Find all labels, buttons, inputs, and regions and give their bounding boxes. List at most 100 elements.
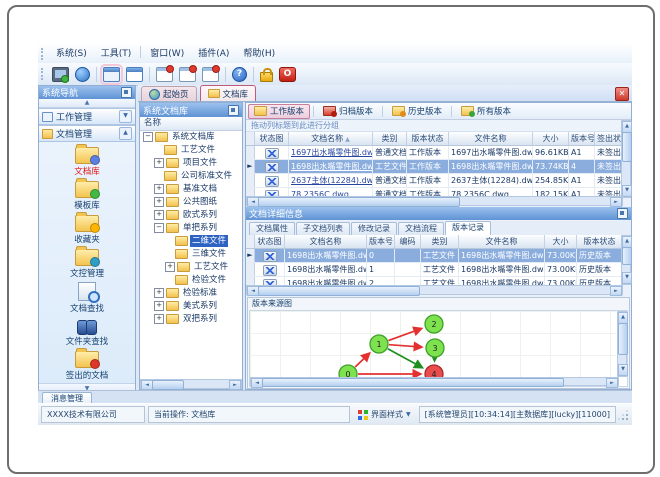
tree-expander-icon[interactable]: +: [154, 157, 164, 168]
column-header[interactable]: 大小: [545, 235, 577, 248]
tree-expander-icon[interactable]: +: [154, 209, 164, 220]
sidebar-pin-icon[interactable]: [121, 87, 132, 98]
scrollbar-thumb[interactable]: [258, 197, 460, 207]
scrollbar-thumb[interactable]: [618, 323, 628, 355]
column-header[interactable]: 状态图: [255, 132, 289, 145]
version-table-hscrollbar[interactable]: ◄ ►: [246, 285, 623, 296]
scroll-down-icon[interactable]: ▼: [618, 364, 628, 376]
detail-panel-pin-icon[interactable]: [617, 208, 628, 219]
detail-tab-子文档列表[interactable]: 子文档列表: [296, 222, 350, 235]
column-header[interactable]: 大小: [533, 132, 569, 145]
toolbar-grip-handle[interactable]: [41, 68, 46, 80]
sidebar-group-documents[interactable]: 文档管理 ▲: [39, 125, 135, 142]
documents-table-hscrollbar[interactable]: ◄ ►: [246, 196, 623, 207]
column-header[interactable]: 版本状态: [407, 132, 449, 145]
column-header[interactable]: 文档名称 ▲: [289, 132, 373, 145]
interface-style-dropdown[interactable]: 界面样式 ▼: [353, 407, 416, 422]
chevron-down-icon[interactable]: ▼: [119, 110, 132, 123]
tree-node[interactable]: + 公共图纸: [140, 195, 242, 208]
sidebar-item-文档查找[interactable]: 文档查找: [42, 281, 132, 315]
tree-panel-pin-icon[interactable]: [228, 104, 239, 116]
tree-node[interactable]: 公司标准文件: [140, 169, 242, 182]
tree-node[interactable]: + 工艺文件: [140, 260, 242, 273]
column-header[interactable]: 类别: [373, 132, 407, 145]
tree-expander-icon[interactable]: +: [154, 287, 164, 298]
tree-expander-icon[interactable]: −: [154, 222, 164, 233]
close-all-icon[interactable]: [179, 64, 197, 82]
scrollbar-thumb[interactable]: [152, 380, 184, 390]
table-row[interactable]: 1698出水嘴零件图.dwg2工艺文件1698出水嘴零件图.dwg73.00KB…: [246, 277, 623, 285]
exit-icon[interactable]: [279, 66, 296, 82]
help-icon[interactable]: [232, 66, 247, 82]
column-header[interactable]: 版本号: [569, 132, 595, 145]
sidebar-item-文件夹查找[interactable]: 文件夹查找: [42, 315, 132, 349]
close-tab-icon[interactable]: ✕: [615, 87, 629, 101]
menu-item[interactable]: 插件(A): [191, 46, 236, 63]
version-button-所有版本[interactable]: 所有版本: [455, 104, 517, 119]
version-button-工作版本[interactable]: 工作版本: [248, 103, 311, 119]
sidebar-item-签出的文档[interactable]: 签出的文档: [42, 348, 132, 383]
window-icon[interactable]: [100, 63, 123, 85]
version-table-vscrollbar[interactable]: ▲ ▼: [621, 235, 632, 285]
sidebar-item-模板库[interactable]: 模板库: [42, 178, 132, 213]
tree-expander-icon[interactable]: +: [154, 300, 164, 311]
tree-expander-icon[interactable]: +: [154, 313, 164, 324]
tree-node[interactable]: + 检验标准: [140, 286, 242, 299]
scroll-right-icon[interactable]: ►: [606, 378, 618, 388]
menu-item[interactable]: 帮助(H): [236, 46, 282, 63]
graph-hscrollbar[interactable]: ◄ ►: [250, 377, 619, 388]
column-header[interactable]: 文档名称: [285, 235, 367, 248]
sidebar-item-收藏夹[interactable]: 收藏夹: [42, 212, 132, 247]
detail-tab-文档属性[interactable]: 文档属性: [249, 222, 295, 235]
menu-item[interactable]: 系统(S): [49, 46, 94, 63]
tree-node[interactable]: + 欧式系列: [140, 208, 242, 221]
resize-grip[interactable]: [619, 407, 629, 422]
scroll-right-icon[interactable]: ►: [610, 197, 622, 207]
column-header[interactable]: 文件名称: [449, 132, 533, 145]
table-row[interactable]: 1697出水嘴零件图.dwg 普通文档 工作版本 1697出水嘴零件图.dwg 96.6…: [246, 146, 623, 160]
tab-文档库[interactable]: 文档库: [199, 85, 257, 101]
tree-node[interactable]: + 双把系列: [140, 312, 242, 325]
scroll-down-icon[interactable]: ▼: [622, 185, 632, 197]
graph-vscrollbar[interactable]: ▲ ▼: [617, 311, 628, 377]
tree-node[interactable]: 二维文件: [140, 234, 242, 247]
version-graph-canvas[interactable]: 01234 ▲ ▼ ◄ ►: [249, 310, 628, 388]
display-icon[interactable]: [52, 66, 69, 83]
tree-node[interactable]: 三维文件: [140, 247, 242, 260]
table-row[interactable]: 2637主体(12284).dwg 普通文档 工作版本 2637主体(12284).d…: [246, 174, 623, 188]
table-row[interactable]: 1698出水嘴零件图.dwg1工艺文件1698出水嘴零件图.dwg73.00KB…: [246, 263, 623, 277]
version-button-归档版本[interactable]: 归档版本: [317, 104, 379, 119]
column-header[interactable]: 版本状态: [577, 235, 623, 248]
sidebar-scroll-up[interactable]: ▲: [39, 99, 135, 108]
scrollbar-thumb[interactable]: [262, 378, 564, 387]
scrollbar-thumb[interactable]: [622, 132, 632, 162]
tree-expander-icon[interactable]: +: [154, 183, 164, 194]
close-doc-icon[interactable]: [156, 64, 174, 82]
detail-tab-版本记录[interactable]: 版本记录: [445, 221, 491, 235]
scrollbar-thumb[interactable]: [258, 286, 420, 296]
scroll-down-icon[interactable]: ▼: [622, 272, 632, 284]
tab-起始页[interactable]: 起始页: [141, 86, 197, 101]
tree-node[interactable]: 工艺文件: [140, 143, 242, 156]
tree-expander-icon[interactable]: −: [143, 131, 153, 142]
menu-grip-handle[interactable]: [41, 48, 46, 60]
detail-tab-修改记录[interactable]: 修改记录: [351, 222, 397, 235]
tree-expander-icon[interactable]: +: [154, 196, 164, 207]
table-row[interactable]: ► 1698出水嘴零件图.dwg 0 工艺文件 1698出水嘴零件图.dwg 73.00K…: [246, 249, 623, 263]
tree-horizontal-scrollbar[interactable]: ◄ ►: [140, 379, 242, 390]
tree-node[interactable]: − 系统文档库: [140, 130, 242, 143]
scroll-right-icon[interactable]: ►: [229, 380, 241, 390]
scroll-right-icon[interactable]: ►: [610, 286, 622, 296]
tree-node[interactable]: − 单把系列: [140, 221, 242, 234]
menu-item[interactable]: 窗口(W): [143, 46, 191, 63]
menu-item[interactable]: 工具(T): [94, 46, 139, 63]
column-header[interactable]: 类别: [421, 235, 459, 248]
column-header[interactable]: 版本号: [367, 235, 395, 248]
version-button-历史版本[interactable]: 历史版本: [386, 104, 448, 119]
column-header[interactable]: 文件名称: [459, 235, 545, 248]
window-list-icon[interactable]: [126, 66, 143, 82]
tree-node[interactable]: + 美式系列: [140, 299, 242, 312]
column-header[interactable]: 编码: [395, 235, 421, 248]
detail-tab-文档流程[interactable]: 文档流程: [398, 222, 444, 235]
scrollbar-thumb[interactable]: [622, 247, 632, 265]
